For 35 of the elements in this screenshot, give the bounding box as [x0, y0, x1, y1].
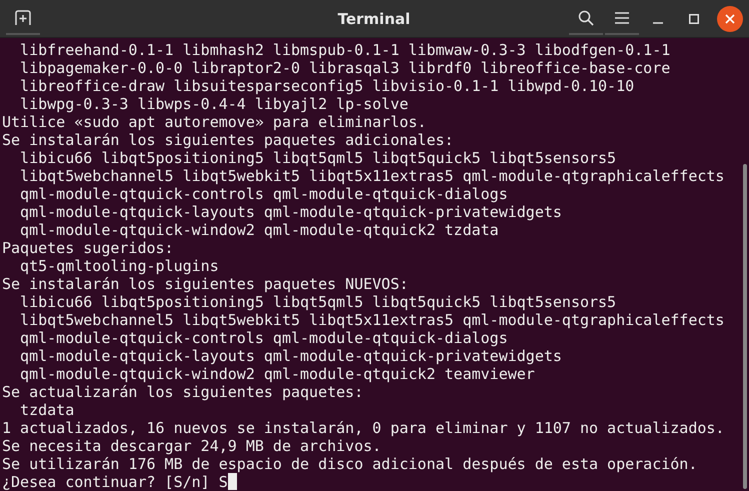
new-tab-icon	[14, 10, 32, 26]
terminal-line: qml-module-qtquick-layouts qml-module-qtquick-privatewidgets	[19, 347, 563, 365]
terminal-line: Se necesita descargar 24,9 MB de archivos.	[2, 437, 382, 455]
terminal-line: libicu66 libqt5positioning5 libqt5qml5 libqt5quick5 libqt5sensors5	[19, 149, 618, 167]
terminal-line: libqt5webchannel5 libqt5webkit5 libqt5x11extras5 qml-module-qtgraphicaleffects	[19, 167, 726, 185]
terminal-line: libpagemaker-0.0-0 libraptor2-0 librasqal3 librdf0 libreoffice-base-core	[19, 59, 672, 77]
terminal-line: Se instalarán los siguientes paquetes NUEVOS:	[2, 275, 410, 293]
terminal-line: Se instalarán los siguientes paquetes adicionales:	[2, 131, 455, 149]
terminal-line: libreoffice-draw libsuitesparseconfig5 libvisio-0.1-1 libwpd-0.10-10	[19, 77, 636, 95]
menu-icon	[615, 12, 629, 24]
close-icon	[725, 14, 735, 24]
terminal-prompt: ¿Desea continuar? [S/n] S	[2, 473, 228, 491]
terminal-line: Utilice «sudo apt autoremove» para eliminarlos.	[2, 113, 428, 131]
text-cursor	[228, 473, 237, 490]
maximize-icon	[689, 14, 699, 24]
terminal-line: libqt5webchannel5 libqt5webkit5 libqt5x11extras5 qml-module-qtgraphicaleffects	[19, 311, 726, 329]
terminal-line: qml-module-qtquick-controls qml-module-qtquick-dialogs	[19, 185, 509, 203]
terminal-line: Paquetes sugeridos:	[2, 239, 175, 257]
terminal-line: qml-module-qtquick-layouts qml-module-qtquick-privatewidgets	[19, 203, 563, 221]
terminal-line: qt5-qmltooling-plugins	[19, 257, 220, 275]
terminal-line: 1 actualizados, 16 nuevos se instalarán, 0 para eliminar y 1107 no actualizados.	[2, 419, 726, 437]
terminal-line: libfreehand-0.1-1 libmhash2 libmspub-0.1-1 libmwaw-0.3-3 libodfgen-0.1-1	[19, 41, 672, 59]
terminal-line: qml-module-qtquick-window2 qml-module-qtquick2 tzdata	[19, 221, 500, 239]
minimize-icon	[653, 22, 663, 24]
window-title: Terminal	[336, 10, 412, 28]
terminal-line: tzdata	[19, 401, 76, 419]
close-button[interactable]	[717, 6, 743, 32]
scrollbar-thumb[interactable]	[743, 164, 747, 489]
terminal-line: libicu66 libqt5positioning5 libqt5qml5 libqt5quick5 libqt5sensors5	[19, 293, 618, 311]
terminal-line: Se utilizarán 176 MB de espacio de disco adicional después de esta operación.	[2, 455, 698, 473]
search-icon	[578, 10, 594, 26]
terminal-line: qml-module-qtquick-controls qml-module-qtquick-dialogs	[19, 329, 509, 347]
terminal-line: libwpg-0.3-3 libwps-0.4-4 libyajl2 lp-solve	[19, 95, 410, 113]
terminal-line: qml-module-qtquick-window2 qml-module-qtquick2 teamviewer	[19, 365, 536, 383]
terminal-line: Se actualizarán los siguientes paquetes:	[2, 383, 364, 401]
